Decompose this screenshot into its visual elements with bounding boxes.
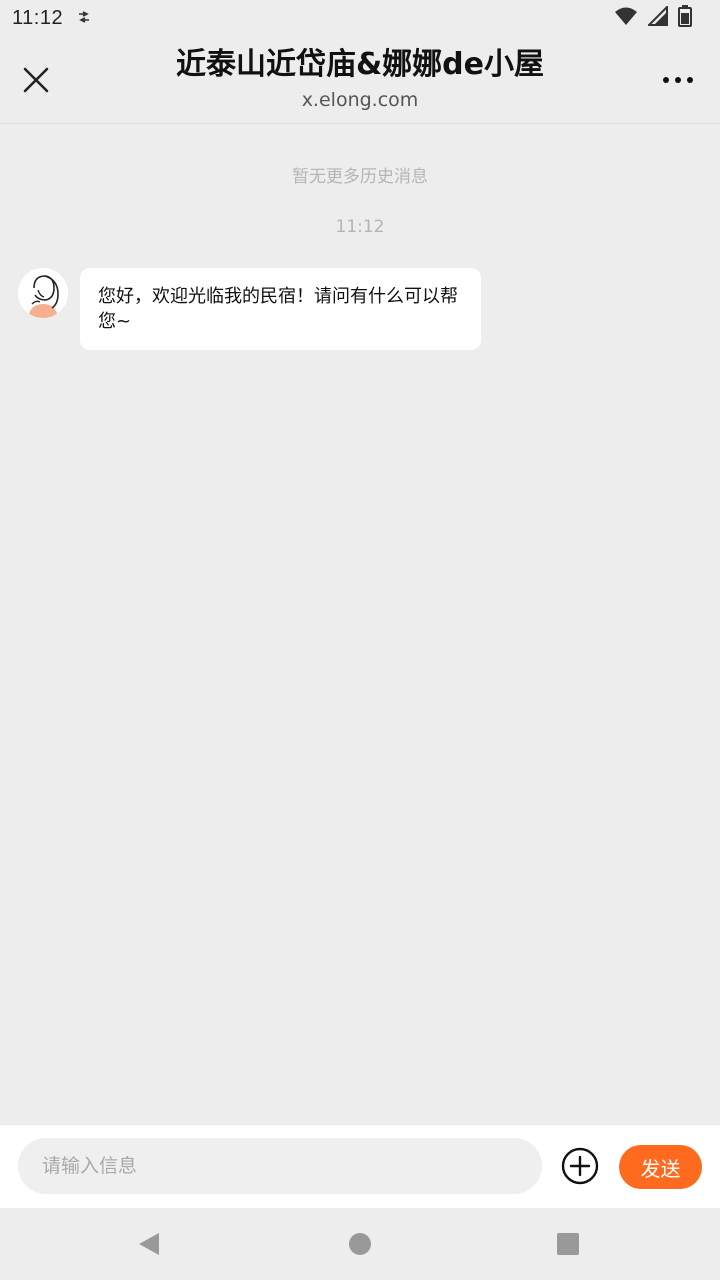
close-icon	[23, 67, 49, 93]
recents-square-icon	[557, 1233, 579, 1255]
chat-area[interactable]: 暂无更多历史消息 11:12 您好，欢迎光临我的民宿！请问有什么可以帮您~	[0, 124, 720, 1124]
page-subtitle: x.elong.com	[301, 89, 419, 111]
message-input[interactable]	[18, 1138, 542, 1194]
host-avatar-icon	[18, 268, 68, 318]
more-dot	[675, 77, 681, 83]
chat-screen: 11:12 近泰山近岱庙&娜娜de小屋 x.elong.com 暂无更多历史消息…	[0, 0, 720, 1280]
more-dot	[687, 77, 693, 83]
message-timestamp: 11:12	[335, 217, 385, 237]
wifi-icon	[614, 6, 638, 30]
nav-back-button[interactable]	[137, 1232, 161, 1256]
history-note: 暂无更多历史消息	[292, 167, 428, 187]
cell-signal-icon	[646, 4, 668, 30]
data-saver-icon	[77, 9, 91, 28]
close-button[interactable]	[14, 58, 58, 102]
status-bar: 11:12	[0, 0, 720, 36]
back-triangle-icon	[139, 1233, 159, 1255]
send-button[interactable]: 发送	[619, 1145, 702, 1189]
nav-recents-button[interactable]	[556, 1232, 580, 1256]
message-row: 您好，欢迎光临我的民宿！请问有什么可以帮您~	[18, 268, 481, 350]
status-left: 11:12	[12, 7, 91, 30]
status-right	[614, 4, 692, 31]
more-options-button[interactable]	[650, 58, 706, 102]
attach-button[interactable]	[561, 1147, 599, 1185]
more-horizontal-icon	[663, 77, 669, 83]
message-bubble: 您好，欢迎光临我的民宿！请问有什么可以帮您~	[80, 268, 481, 350]
page-title: 近泰山近岱庙&娜娜de小屋	[176, 47, 544, 82]
composer-bar: 发送	[0, 1124, 720, 1208]
header-bar: 近泰山近岱庙&娜娜de小屋 x.elong.com	[0, 36, 720, 124]
nav-home-button[interactable]	[348, 1232, 372, 1256]
title-block: 近泰山近岱庙&娜娜de小屋 x.elong.com	[90, 42, 630, 112]
host-avatar[interactable]	[18, 268, 68, 318]
plus-circle-icon	[561, 1147, 599, 1185]
status-time: 11:12	[12, 6, 64, 29]
battery-icon	[678, 5, 692, 31]
home-circle-icon	[349, 1233, 371, 1255]
system-nav-bar	[0, 1208, 720, 1280]
